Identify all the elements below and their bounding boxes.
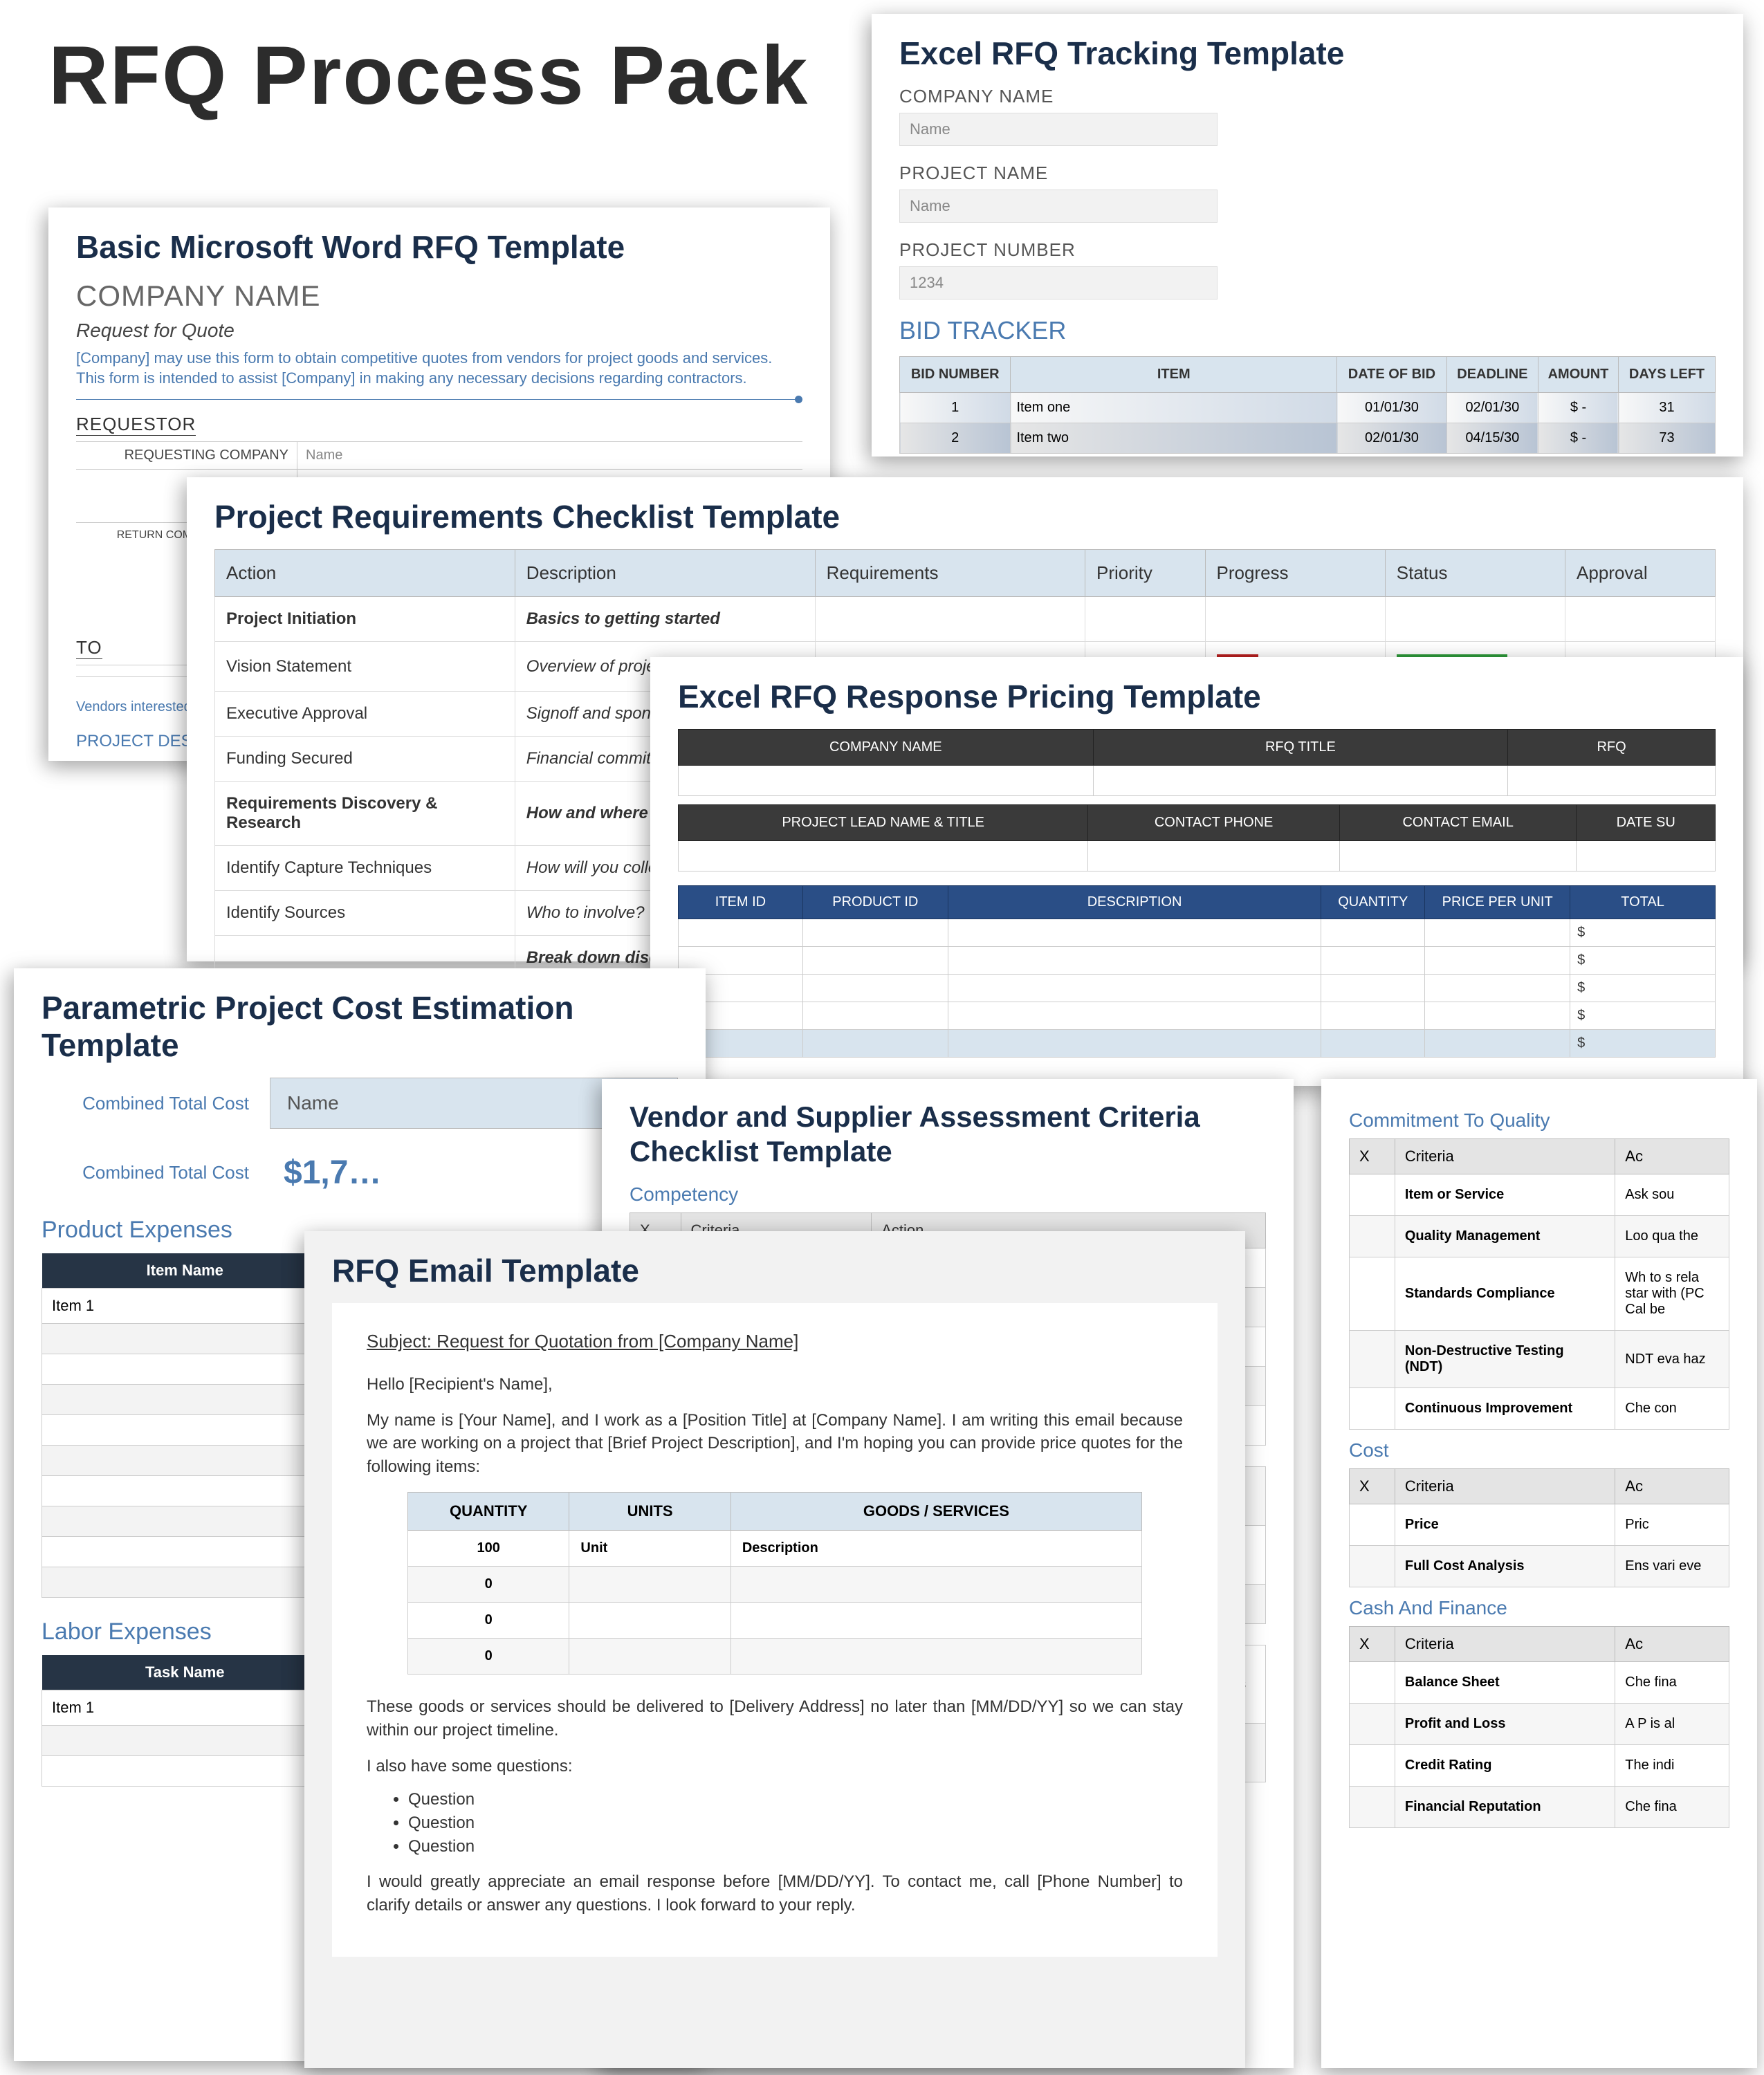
company-label: COMPANY NAME [899, 86, 1716, 107]
req-title: Project Requirements Checklist Template [214, 498, 1716, 535]
tracking-title: Excel RFQ Tracking Template [899, 35, 1716, 72]
tracking-template-panel: Excel RFQ Tracking Template COMPANY NAME… [872, 14, 1743, 456]
form-row: REQUESTING COMPANY Name [76, 441, 802, 469]
table-row: PricePric [1350, 1504, 1729, 1546]
cash-table: XCriteriaAc Balance SheetChe fina Profit… [1349, 1626, 1729, 1828]
table-row: Full Cost AnalysisEns vari eve [1350, 1546, 1729, 1587]
col-amount: AMOUNT [1538, 357, 1618, 393]
email-closing: I would greatly appreciate an email resp… [367, 1870, 1183, 1917]
quality-heading: Commitment To Quality [1349, 1109, 1729, 1132]
table-row: Credit RatingThe indi [1350, 1745, 1729, 1787]
company-input[interactable]: Name [899, 113, 1218, 146]
bid-tracker-table: BID NUMBER ITEM DATE OF BID DEADLINE AMO… [899, 356, 1716, 454]
number-label: PROJECT NUMBER [899, 239, 1716, 261]
table-row: Continuous ImprovementChe con [1350, 1388, 1729, 1430]
table-row: 0 [408, 1603, 1142, 1639]
total-row: $ [679, 1030, 1716, 1058]
email-greeting: Hello [Recipient's Name], [367, 1373, 1183, 1396]
number-input[interactable]: 1234 [899, 266, 1218, 299]
col-days: DAYS LEFT [1619, 357, 1716, 393]
email-template-panel: RFQ Email Template Subject: Request for … [304, 1231, 1245, 2068]
ctc-label: Combined Total Cost [42, 1093, 249, 1114]
competency-heading: Competency [630, 1183, 1266, 1206]
cost-heading: Cost [1349, 1439, 1729, 1461]
project-input[interactable]: Name [899, 190, 1218, 223]
intro-text: [Company] may use this form to obtain co… [76, 349, 802, 388]
email-questions-list: Question Question Question [408, 1790, 1183, 1856]
divider [76, 399, 802, 400]
email-subject: Subject: Request for Quotation from [Com… [367, 1331, 1183, 1352]
req-company-label: REQUESTING COMPANY [76, 442, 297, 469]
rfq-subtitle: Request for Quote [76, 320, 802, 342]
to-heading: TO [76, 637, 102, 659]
table-row: $ [679, 919, 1716, 947]
table-row: $ [679, 947, 1716, 975]
pricing-header-table-1: COMPANY NAMERFQ TITLERFQ [678, 729, 1716, 796]
list-item: Question [408, 1837, 1183, 1856]
table-row: $ [679, 975, 1716, 1002]
table-row: Profit and LossA P is al [1350, 1704, 1729, 1745]
bid-tracker-heading: BID TRACKER [899, 316, 1716, 345]
col-bid-number: BID NUMBER [900, 357, 1011, 393]
table-row: 100UnitDescription [408, 1531, 1142, 1567]
table-row: Non-Destructive Testing (NDT)NDT eva haz [1350, 1331, 1729, 1388]
col-deadline: DEADLINE [1446, 357, 1538, 393]
col-date: DATE OF BID [1337, 357, 1447, 393]
requestor-heading: REQUESTOR [76, 414, 196, 436]
pricing-items-table: ITEM ID PRODUCT ID DESCRIPTION QUANTITY … [678, 885, 1716, 1058]
vendor-assessment-right-panel: Commitment To Quality XCriteriaAc Item o… [1321, 1079, 1757, 2068]
table-row: Balance SheetChe fina [1350, 1662, 1729, 1704]
table-row: Item or ServiceAsk sou [1350, 1174, 1729, 1216]
email-title: RFQ Email Template [332, 1252, 1218, 1289]
table-row: 2 Item two 02/01/30 04/15/30 $ - 73 [900, 423, 1716, 454]
email-intro: My name is [Your Name], and I work as a … [367, 1409, 1183, 1479]
cash-heading: Cash And Finance [1349, 1597, 1729, 1619]
cost-title: Parametric Project Cost Estimation Templ… [42, 989, 678, 1064]
email-body: Subject: Request for Quotation from [Com… [332, 1303, 1218, 1957]
cost-table: XCriteriaAc PricePric Full Cost Analysis… [1349, 1468, 1729, 1587]
company-name: COMPANY NAME [76, 279, 802, 313]
table-row: 0 [408, 1639, 1142, 1675]
quality-table: XCriteriaAc Item or ServiceAsk sou Quali… [1349, 1138, 1729, 1430]
email-delivery: These goods or services should be delive… [367, 1695, 1183, 1742]
table-row: 1 Item one 01/01/30 02/01/30 $ - 31 [900, 393, 1716, 423]
page-title: RFQ Process Pack [48, 28, 809, 123]
list-item: Question [408, 1790, 1183, 1809]
pricing-title: Excel RFQ Response Pricing Template [678, 678, 1716, 715]
email-items-table: QUANTITYUNITSGOODS / SERVICES 100UnitDes… [407, 1492, 1142, 1675]
list-item: Question [408, 1814, 1183, 1833]
pricing-header-table-2: PROJECT LEAD NAME & TITLECONTACT PHONECO… [678, 804, 1716, 872]
req-company-value[interactable]: Name [297, 442, 802, 469]
table-row: Project InitiationBasics to getting star… [215, 597, 1716, 642]
email-questions-intro: I also have some questions: [367, 1755, 1183, 1778]
pricing-template-panel: Excel RFQ Response Pricing Template COMP… [650, 657, 1743, 1086]
ctc-label-2: Combined Total Cost [42, 1162, 249, 1183]
table-row: 0 [408, 1567, 1142, 1603]
basic-title: Basic Microsoft Word RFQ Template [76, 228, 802, 266]
total-value: $1,7… [270, 1154, 381, 1192]
col-item: ITEM [1011, 357, 1337, 393]
project-label: PROJECT NAME [899, 163, 1716, 184]
table-row: Quality ManagementLoo qua the [1350, 1216, 1729, 1257]
table-row: Financial ReputationChe fina [1350, 1787, 1729, 1828]
vendor-title: Vendor and Supplier Assessment Criteria … [630, 1100, 1266, 1170]
table-row: $ [679, 1002, 1716, 1030]
table-row: Standards ComplianceWh to s rela star wi… [1350, 1257, 1729, 1331]
